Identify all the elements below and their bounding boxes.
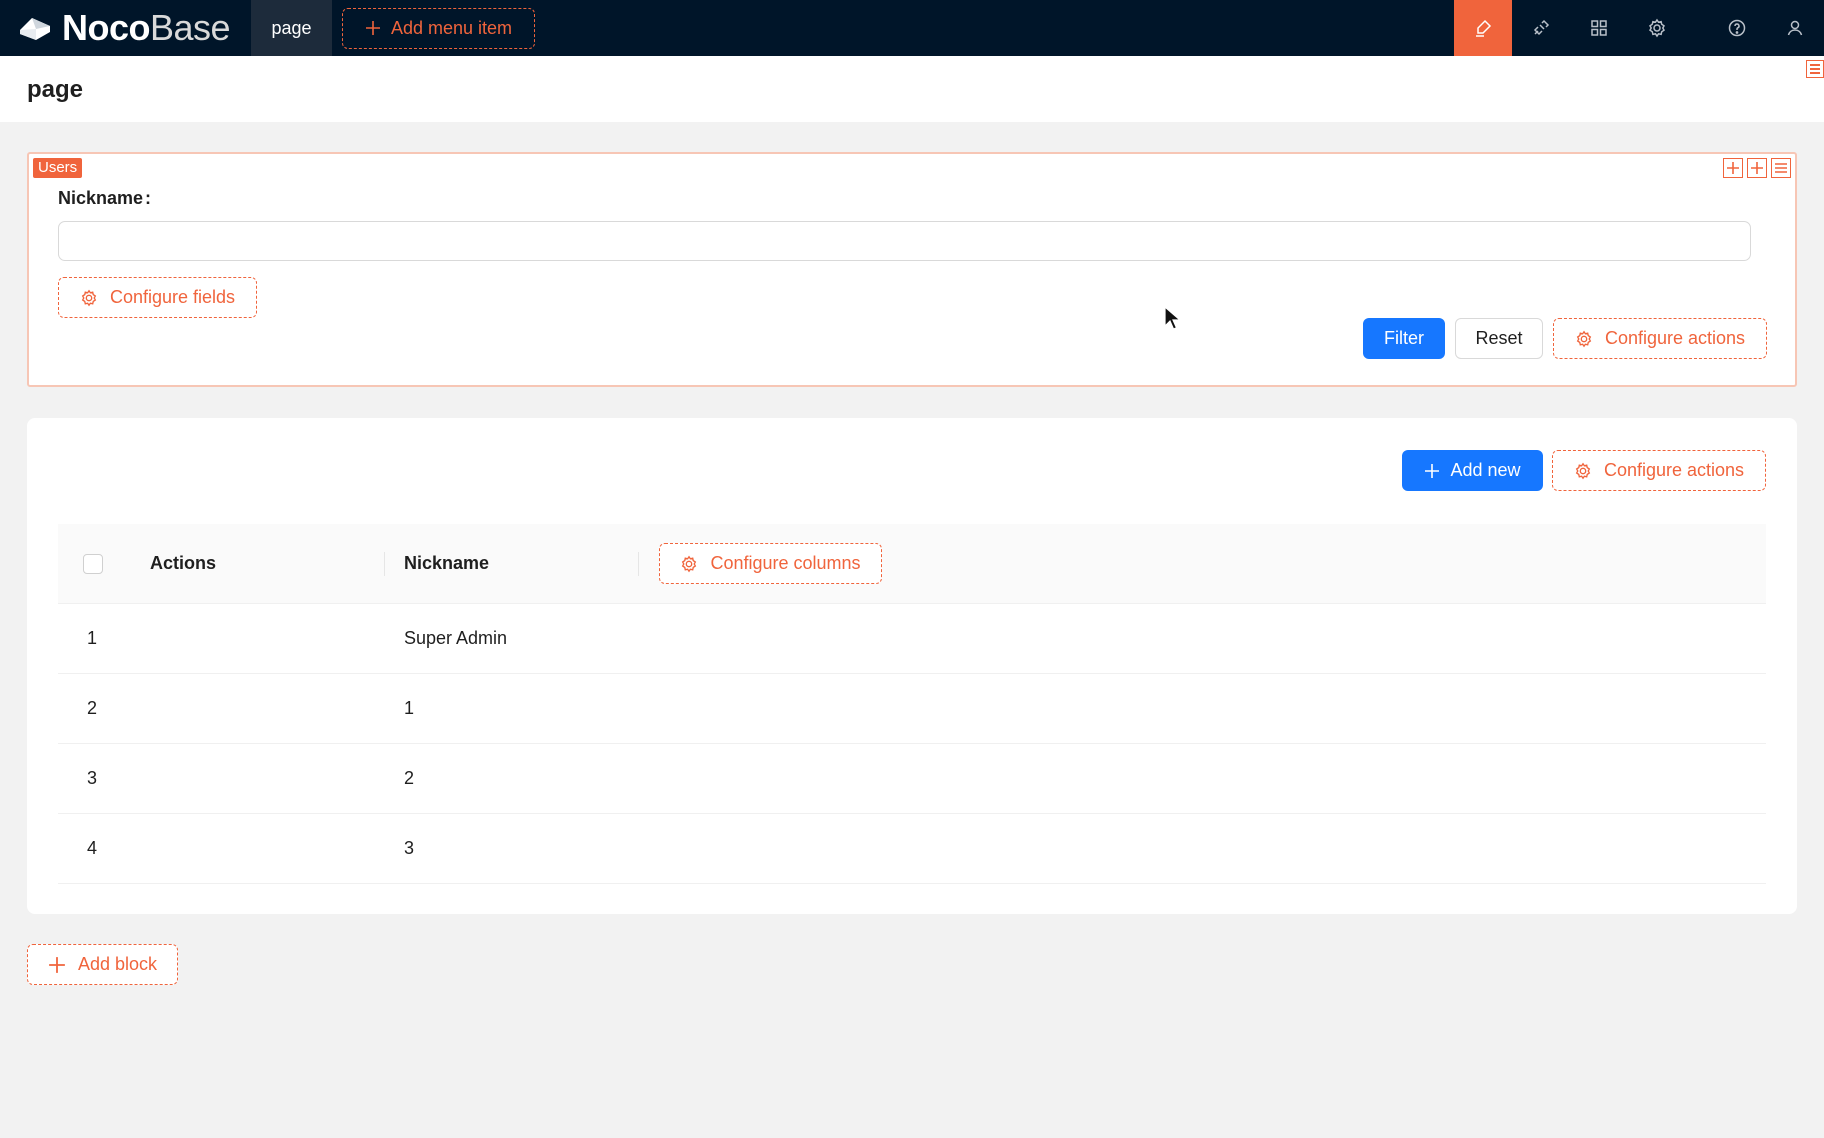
logo-text: NocoBase [62,0,231,56]
nav-tab-page[interactable]: page [251,0,332,56]
settings-icon [1649,18,1665,38]
filter-button[interactable]: Filter [1363,318,1445,359]
table-block: Add new Configure actions Actions Nickna… [27,418,1797,914]
nickname-cell: Super Admin [404,628,508,648]
page-settings-menu-icon[interactable] [1806,60,1824,78]
configure-columns-button[interactable]: Configure columns [659,543,882,584]
table-row[interactable]: 3 2 [58,744,1766,814]
filter-label: Filter [1384,328,1424,348]
table-configure-actions-label: Configure actions [1603,460,1745,480]
row-index: 4 [87,838,98,858]
add-block-button[interactable]: Add block [27,944,178,985]
apps-icon [1591,20,1607,36]
row-index: 3 [87,768,98,788]
plugin-manager-button[interactable] [1512,0,1570,56]
block-settings-menu-icon[interactable] [1771,158,1791,178]
user-menu-button[interactable] [1766,0,1824,56]
add-menu-item-label: Add menu item [390,17,513,38]
apps-button[interactable] [1570,0,1628,56]
ui-editor-button[interactable] [1454,0,1512,56]
logo-noco: Noco [62,7,151,48]
plus-icon [365,21,380,35]
block-collection-tag: Users [33,158,83,178]
nickname-cell: 2 [404,768,415,788]
table-row[interactable]: 4 3 [58,814,1766,884]
help-icon [1728,19,1746,37]
nickname-label-text: Nickname [58,188,144,208]
page-title: page [27,76,84,103]
top-navbar: NocoBase page Add menu item [0,0,1824,56]
plugin-icon [1533,19,1550,36]
add-menu-item-button[interactable]: Add menu item [342,7,535,49]
row-index: 1 [87,628,98,648]
add-new-button[interactable]: Add new [1402,450,1543,491]
table-row[interactable]: 1 Super Admin [58,604,1766,674]
table-row[interactable]: 2 1 [58,674,1766,744]
nickname-input[interactable] [58,221,1751,261]
nickname-field-label: Nickname: [58,188,151,209]
drag-handle-icon[interactable] [1723,158,1743,178]
plus-icon [1425,463,1440,478]
users-table: Actions Nickname Configure columns 1 Sup… [58,524,1766,884]
highlighter-icon [1476,19,1492,37]
filter-form-block: Users Nickname: Configure fields Filter … [27,152,1797,387]
plus-icon [49,956,65,973]
row-index: 2 [87,698,98,718]
reset-button[interactable]: Reset [1455,318,1543,359]
column-divider[interactable] [384,552,385,576]
configure-fields-label: Configure fields [109,287,236,307]
table-header: Actions Nickname Configure columns [58,524,1766,604]
add-new-label: Add new [1450,460,1521,480]
header-toolbar [1454,0,1824,56]
configure-actions-label: Configure actions [1604,328,1746,348]
reset-label: Reset [1475,328,1523,348]
block-toolbar [1723,158,1791,178]
table-configure-actions-button[interactable]: Configure actions [1552,450,1766,491]
add-block-icon[interactable] [1747,158,1767,178]
column-divider[interactable] [638,552,639,576]
select-all-checkbox[interactable] [83,554,103,574]
logo[interactable]: NocoBase [0,0,251,56]
user-icon [1787,20,1803,36]
nocobase-logo-icon [20,18,50,40]
gear-icon [81,289,97,306]
configure-fields-button[interactable]: Configure fields [58,277,257,318]
page-header: page [0,56,1824,122]
settings-button[interactable] [1628,0,1686,56]
gear-icon [682,555,697,572]
column-header-nickname[interactable]: Nickname [404,553,489,574]
configure-columns-label: Configure columns [710,553,861,573]
logo-base: Base [150,7,231,48]
configure-actions-button[interactable]: Configure actions [1553,318,1767,359]
mouse-cursor-icon [1164,306,1182,330]
add-block-label: Add block [77,954,158,974]
column-header-actions: Actions [150,553,217,573]
nickname-label-colon: : [145,188,152,208]
nickname-cell: 3 [404,838,415,858]
gear-icon [1576,330,1592,347]
gear-icon [1575,462,1591,479]
help-button[interactable] [1708,0,1766,56]
nickname-cell: 1 [404,698,415,718]
